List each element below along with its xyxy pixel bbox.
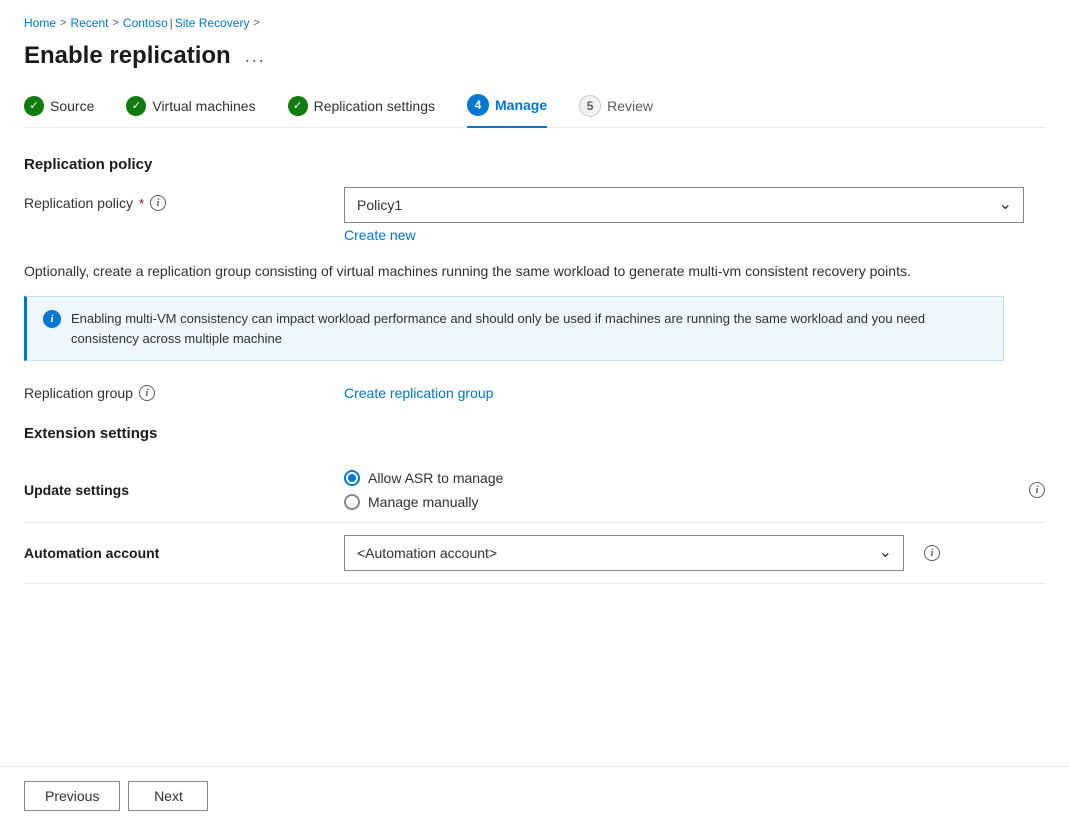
- step-replication-settings[interactable]: ✓ Replication settings: [288, 96, 435, 126]
- update-settings-row: Update settings Allow ASR to manage Mana…: [24, 458, 1045, 523]
- step-manage-num-icon: 4: [467, 94, 489, 116]
- update-settings-label: Update settings: [24, 482, 344, 498]
- replication-policy-select[interactable]: Policy1 Policy2 Policy3: [344, 187, 1024, 223]
- update-settings-info-icon[interactable]: i: [1029, 482, 1045, 498]
- step-rep-label: Replication settings: [314, 98, 435, 114]
- breadcrumb-home[interactable]: Home: [24, 16, 56, 30]
- step-source-label: Source: [50, 98, 94, 114]
- radio-allow-asr-input[interactable]: [344, 470, 360, 486]
- step-vm-check-icon: ✓: [126, 96, 146, 116]
- replication-group-label: Replication group i: [24, 385, 344, 401]
- replication-policy-info-icon[interactable]: i: [150, 195, 166, 211]
- step-rep-check-icon: ✓: [288, 96, 308, 116]
- update-settings-info: i: [1017, 482, 1045, 498]
- step-review-label: Review: [607, 98, 653, 114]
- step-manage[interactable]: 4 Manage: [467, 94, 547, 128]
- page-title-row: Enable replication ...: [24, 42, 1045, 70]
- info-banner: i Enabling multi-VM consistency can impa…: [24, 296, 1004, 361]
- description-text: Optionally, create a replication group c…: [24, 261, 1004, 282]
- step-source-check-icon: ✓: [24, 96, 44, 116]
- next-button[interactable]: Next: [128, 781, 208, 811]
- extension-settings-title: Extension settings: [24, 425, 1045, 442]
- automation-account-select[interactable]: <Automation account>: [344, 535, 904, 571]
- replication-policy-label: Replication policy * i: [24, 187, 344, 211]
- content-area: Replication policy Replication policy * …: [24, 156, 1045, 604]
- breadcrumb-service[interactable]: Contoso|Site Recovery: [123, 16, 250, 30]
- step-review[interactable]: 5 Review: [579, 95, 653, 127]
- ellipsis-button[interactable]: ...: [241, 44, 270, 69]
- breadcrumb-sep1: >: [60, 17, 66, 29]
- create-new-link[interactable]: Create new: [344, 227, 416, 243]
- automation-account-row: Automation account <Automation account> …: [24, 523, 1045, 584]
- page-title: Enable replication: [24, 42, 231, 70]
- footer: Previous Next: [0, 766, 1069, 825]
- previous-button[interactable]: Previous: [24, 781, 120, 811]
- replication-group-info-icon[interactable]: i: [139, 385, 155, 401]
- radio-manage-manually-label: Manage manually: [368, 494, 479, 510]
- breadcrumb-sep2: >: [112, 17, 118, 29]
- radio-manage-manually-input[interactable]: [344, 494, 360, 510]
- update-settings-control: Allow ASR to manage Manage manually: [344, 470, 1017, 510]
- automation-account-label: Automation account: [24, 545, 344, 561]
- radio-allow-asr[interactable]: Allow ASR to manage: [344, 470, 1017, 486]
- radio-manage-manually[interactable]: Manage manually: [344, 494, 1017, 510]
- radio-allow-asr-label: Allow ASR to manage: [368, 470, 503, 486]
- wizard-steps: ✓ Source ✓ Virtual machines ✓ Replicatio…: [24, 94, 1045, 128]
- step-manage-label: Manage: [495, 97, 547, 113]
- breadcrumb: Home > Recent > Contoso|Site Recovery >: [24, 16, 1045, 30]
- replication-group-row: Replication group i Create replication g…: [24, 385, 1045, 401]
- replication-policy-dropdown-wrapper: Policy1 Policy2 Policy3: [344, 187, 1024, 223]
- automation-account-dropdown-wrapper: <Automation account>: [344, 535, 904, 571]
- breadcrumb-recent[interactable]: Recent: [70, 16, 108, 30]
- info-banner-text: Enabling multi-VM consistency can impact…: [71, 309, 987, 348]
- automation-account-info-icon[interactable]: i: [924, 545, 940, 561]
- create-replication-group-link[interactable]: Create replication group: [344, 385, 493, 401]
- step-virtual-machines[interactable]: ✓ Virtual machines: [126, 96, 255, 126]
- step-review-num-icon: 5: [579, 95, 601, 117]
- step-source[interactable]: ✓ Source: [24, 96, 94, 126]
- info-banner-icon: i: [43, 310, 61, 328]
- step-vm-label: Virtual machines: [152, 98, 255, 114]
- replication-policy-section-title: Replication policy: [24, 156, 1045, 173]
- breadcrumb-sep3: >: [253, 17, 259, 29]
- required-star: *: [139, 196, 144, 211]
- replication-policy-row: Replication policy * i Policy1 Policy2 P…: [24, 187, 1045, 243]
- replication-policy-control: Policy1 Policy2 Policy3 Create new: [344, 187, 1024, 243]
